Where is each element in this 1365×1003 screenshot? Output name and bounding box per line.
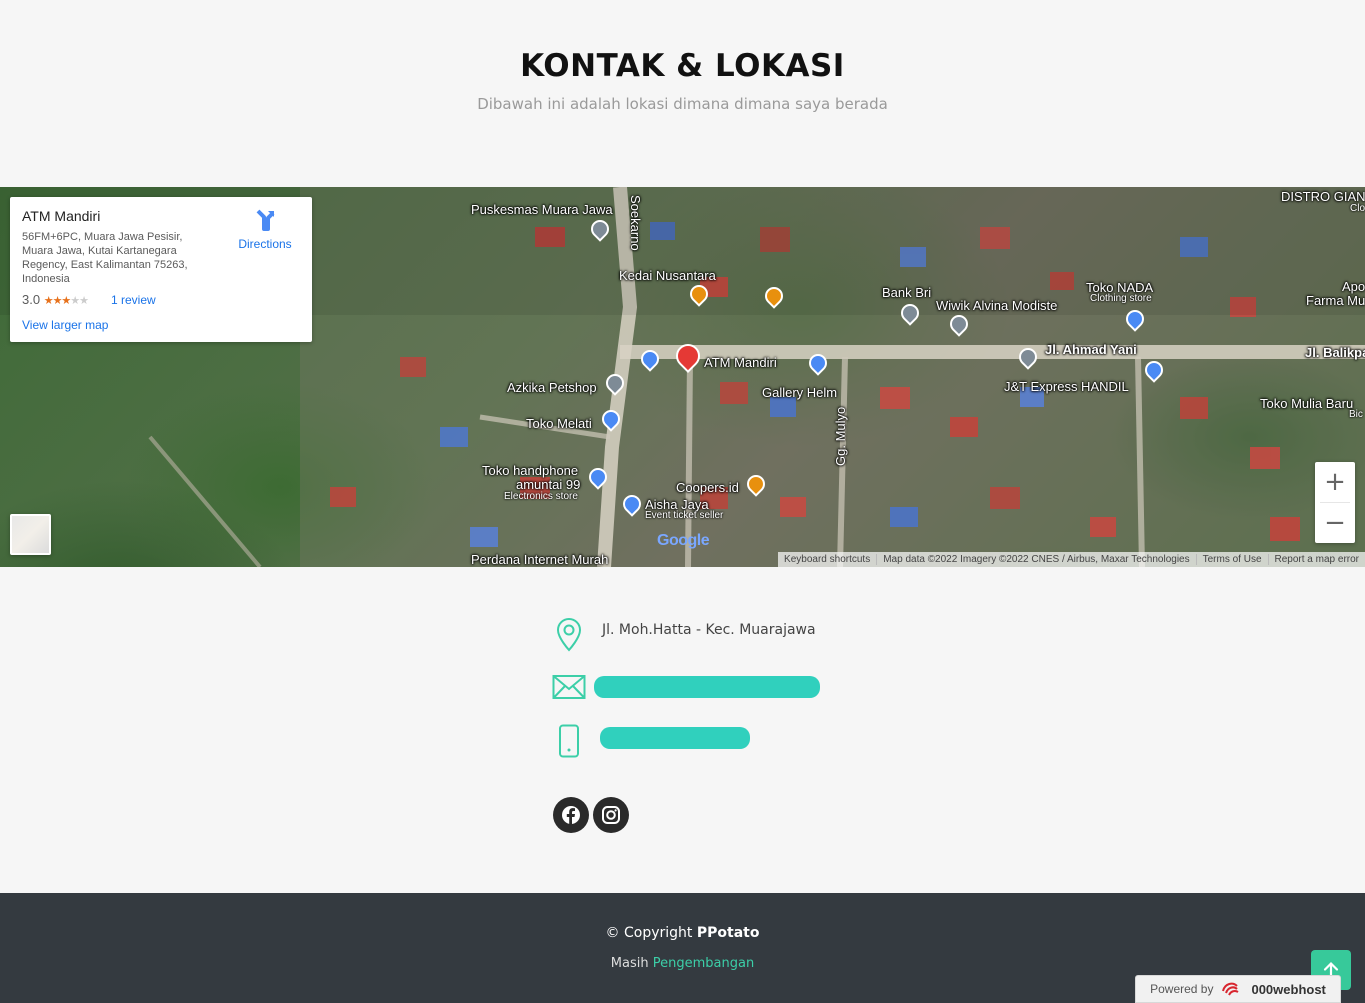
map-label: DISTRO GIAN <box>1281 189 1365 204</box>
map-label: Toko Melati <box>526 416 592 431</box>
section-subtitle: Dibawah ini adalah lokasi dimana dimana … <box>477 95 888 113</box>
map-sublabel: Clothing store <box>1090 293 1152 304</box>
location-icon <box>552 618 586 652</box>
map-label: Coopers.id <box>676 480 739 495</box>
copyright-name: PPotato <box>696 925 760 941</box>
road-label: Soekarno <box>628 195 643 251</box>
map-label: Wiwik Alvina Modiste <box>936 298 1058 313</box>
rating-value: 3.0 <box>22 292 41 307</box>
copyright: © Copyright PPotato <box>0 925 1365 941</box>
powered-by-badge[interactable]: Powered by 000webhost <box>1135 975 1341 1003</box>
star-empty-icon: ★★ <box>70 295 89 307</box>
map-label: ATM Mandiri <box>704 355 777 370</box>
map-attribution: Keyboard shortcuts Map data ©2022 Imager… <box>778 552 1365 567</box>
map-sublabel: Event ticket seller <box>645 510 724 521</box>
powered-by-label: Powered by <box>1150 982 1214 996</box>
star-filled-icon: ★★★ <box>43 295 72 307</box>
contact-phone <box>552 724 750 758</box>
road-label: Gg. Mulyo <box>833 406 848 466</box>
directions-label: Directions <box>238 237 292 251</box>
000webhost-logo-icon <box>1222 982 1240 996</box>
zoom-out-button[interactable]: − <box>1315 503 1355 543</box>
map-label: amuntai 99 <box>516 477 581 492</box>
map-label: Kedai Nusantara <box>619 268 716 283</box>
facebook-button[interactable] <box>553 797 589 833</box>
map-label: Puskesmas Muara Jawa <box>471 202 613 217</box>
reviews-link[interactable]: 1 review <box>111 293 156 307</box>
report-error-link[interactable]: Report a map error <box>1267 554 1365 565</box>
map-label: Bank Bri <box>882 285 932 300</box>
address-text: Jl. Moh.Hatta - Kec. Muarajawa <box>602 622 816 638</box>
map-sublabel: Electronics store <box>504 491 578 502</box>
section-title: KONTAK & LOKASI <box>520 48 845 84</box>
road-label: Jl. Balikpa <box>1305 345 1365 360</box>
map-embed[interactable]: ATM Mandiri 56FM+6PC, Muara Jawa Pesisir… <box>0 187 1365 567</box>
credits-prefix: Masih <box>610 956 653 971</box>
zoom-in-button[interactable]: + <box>1315 462 1355 502</box>
contact-address: Jl. Moh.Hatta - Kec. Muarajawa <box>552 618 816 652</box>
credits: Masih Pengembangan <box>0 956 1365 971</box>
map-label: Toko Mulia Baru <box>1260 396 1354 411</box>
email-redacted <box>594 676 820 698</box>
map-label: Apo <box>1342 279 1365 294</box>
place-title: ATM Mandiri <box>22 208 101 224</box>
map-label: Farma Mu <box>1306 293 1365 308</box>
place-rating: 3.0 ★★★★★ <box>22 292 89 307</box>
instagram-icon <box>602 806 620 824</box>
map-label: Gallery Helm <box>762 385 838 400</box>
copyright-prefix: © Copyright <box>605 925 697 941</box>
map-sublabel: Bic <box>1349 409 1363 420</box>
phone-redacted <box>600 727 750 749</box>
google-logo-text: Google <box>657 532 710 549</box>
map-type-toggle[interactable] <box>10 514 51 555</box>
place-info-card: ATM Mandiri 56FM+6PC, Muara Jawa Pesisir… <box>10 197 312 342</box>
keyboard-shortcuts-link[interactable]: Keyboard shortcuts <box>778 554 876 565</box>
host-brand: 000webhost <box>1251 981 1326 997</box>
google-logo: Google <box>657 532 710 550</box>
directions-button[interactable]: Directions <box>235 209 295 253</box>
view-larger-map-link[interactable]: View larger map <box>22 318 108 332</box>
map-data-text: Map data ©2022 Imagery ©2022 CNES / Airb… <box>876 554 1195 565</box>
directions-icon <box>256 209 275 231</box>
credits-link[interactable]: Pengembangan <box>653 956 754 971</box>
road-label: Jl. Ahmad Yani <box>1045 342 1137 357</box>
map-label: J&T Express HANDIL <box>1004 379 1129 394</box>
rating-stars: ★★★★★ <box>43 295 89 307</box>
social-links <box>553 797 629 833</box>
terms-link[interactable]: Terms of Use <box>1195 554 1268 565</box>
phone-icon <box>552 724 586 758</box>
map-sublabel: Clo <box>1350 203 1365 214</box>
mail-icon <box>552 674 586 700</box>
contact-email <box>552 674 820 700</box>
zoom-controls: + − <box>1315 462 1355 543</box>
place-address: 56FM+6PC, Muara Jawa Pesisir, Muara Jawa… <box>22 231 188 285</box>
facebook-icon <box>562 806 580 825</box>
map-label: Toko handphone <box>482 463 579 478</box>
map-label: Perdana Internet Murah <box>471 552 609 567</box>
map-label: Azkika Petshop <box>507 380 597 395</box>
instagram-button[interactable] <box>593 797 629 833</box>
